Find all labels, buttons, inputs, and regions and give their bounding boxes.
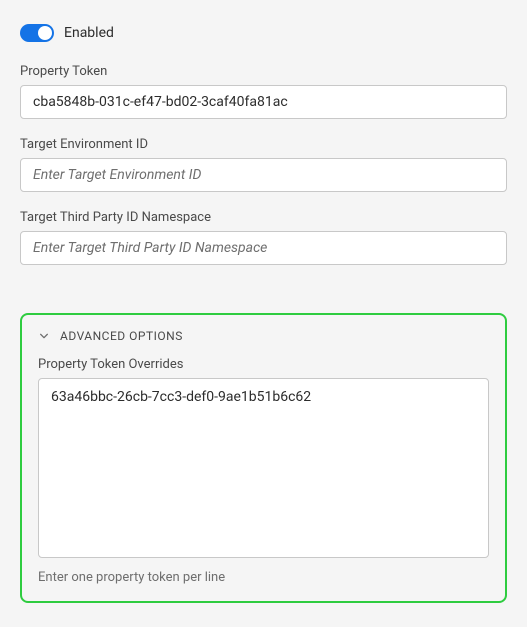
property-overrides-label: Property Token Overrides [38,357,489,372]
target-env-input[interactable] [20,158,507,192]
property-overrides-textarea[interactable] [38,378,489,558]
target-thirdparty-label: Target Third Party ID Namespace [20,210,507,225]
enabled-toggle[interactable] [20,24,54,42]
advanced-options-section: ADVANCED OPTIONS Property Token Override… [20,313,507,603]
target-env-field: Target Environment ID [20,137,507,192]
chevron-down-icon [38,330,50,342]
property-overrides-field: Property Token Overrides Enter one prope… [38,357,489,585]
property-overrides-helper: Enter one property token per line [38,570,489,585]
enabled-toggle-row: Enabled [20,24,507,42]
toggle-knob [38,26,52,40]
property-token-label: Property Token [20,64,507,79]
target-thirdparty-input[interactable] [20,231,507,265]
enabled-toggle-label: Enabled [64,25,114,41]
advanced-options-header[interactable]: ADVANCED OPTIONS [38,329,489,343]
target-thirdparty-field: Target Third Party ID Namespace [20,210,507,265]
target-env-label: Target Environment ID [20,137,507,152]
property-token-input[interactable] [20,85,507,119]
property-token-field: Property Token [20,64,507,119]
advanced-options-title: ADVANCED OPTIONS [60,329,183,343]
